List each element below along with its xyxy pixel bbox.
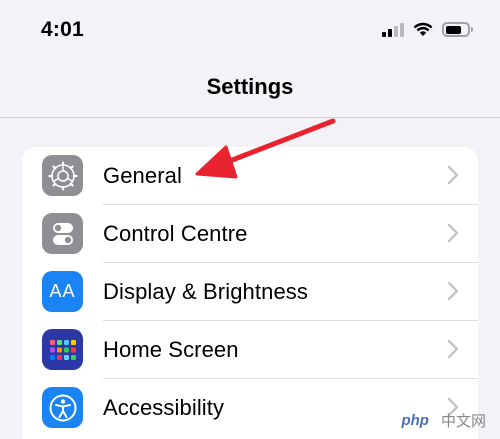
status-icons xyxy=(382,22,473,37)
settings-row-label: Control Centre xyxy=(103,221,248,246)
watermark-badge: php xyxy=(393,411,437,430)
nav-divider xyxy=(0,117,500,118)
settings-row-home-screen[interactable]: Home Screen xyxy=(22,321,478,379)
chevron-right-icon xyxy=(447,281,459,301)
settings-row-label: Display & Brightness xyxy=(103,279,308,304)
chevron-right-icon xyxy=(447,165,459,185)
gear-icon xyxy=(42,155,83,196)
watermark: php 中文网 xyxy=(393,410,486,431)
settings-row-label: Home Screen xyxy=(103,337,239,362)
settings-row-label: Accessibility xyxy=(103,395,225,420)
wifi-icon xyxy=(413,22,433,36)
accessibility-icon xyxy=(42,387,83,428)
settings-list: General Control Centre AA Display & Brig… xyxy=(22,147,478,439)
watermark-text: 中文网 xyxy=(440,413,486,430)
app-grid-icon xyxy=(42,329,83,370)
status-time: 4:01 xyxy=(41,18,84,41)
settings-row-label: General xyxy=(103,163,182,188)
chevron-right-icon xyxy=(447,339,459,359)
chevron-right-icon xyxy=(447,223,459,243)
battery-icon xyxy=(442,22,473,37)
settings-row-display-brightness[interactable]: AA Display & Brightness xyxy=(22,263,478,321)
settings-row-general[interactable]: General xyxy=(22,147,478,205)
cellular-signal-icon xyxy=(382,22,404,37)
text-size-glyph: AA xyxy=(49,281,76,301)
toggles-icon xyxy=(42,213,83,254)
page-title: Settings xyxy=(206,74,294,99)
text-size-icon: AA xyxy=(42,271,83,312)
status-bar: 4:01 xyxy=(0,0,500,60)
settings-row-control-centre[interactable]: Control Centre xyxy=(22,205,478,263)
